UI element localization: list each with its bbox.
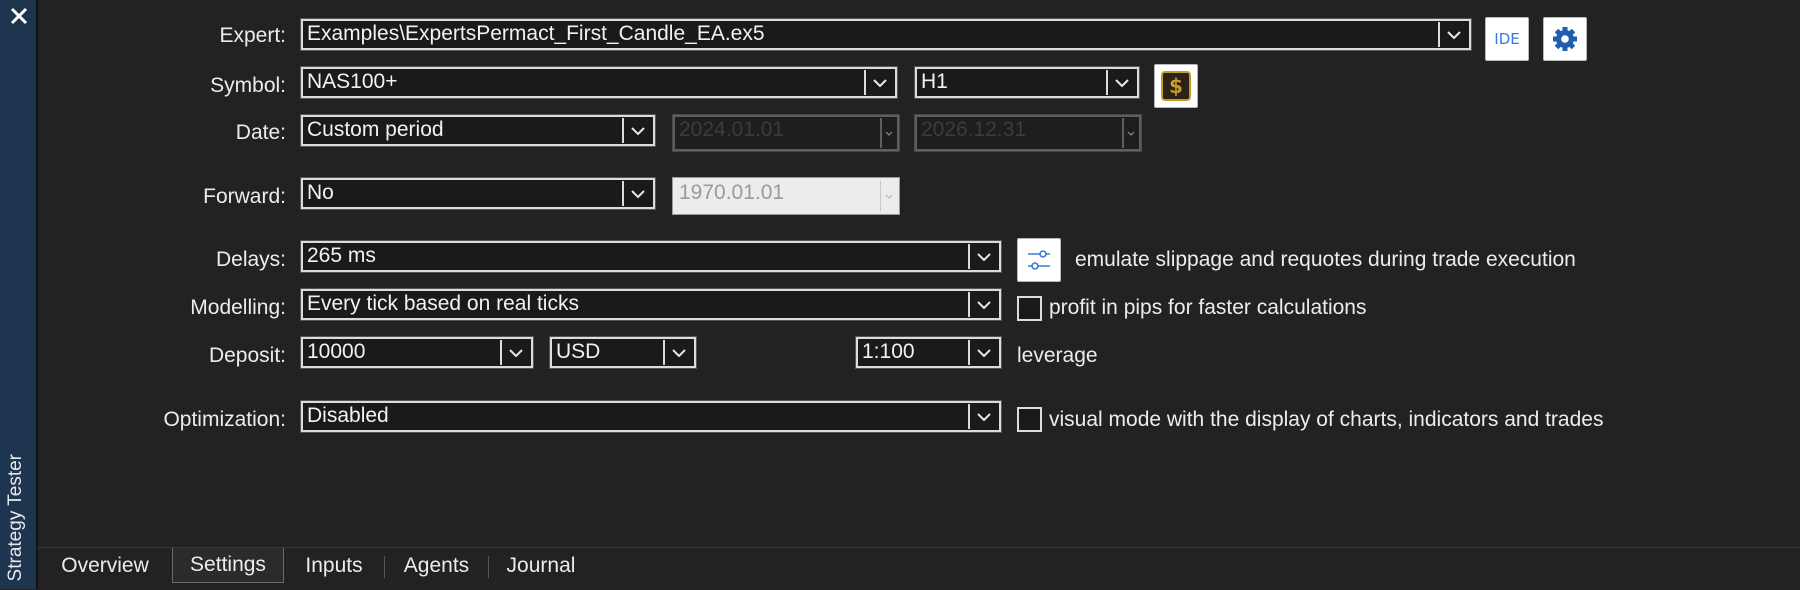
date-from-value: 2024.01.01 <box>679 118 785 141</box>
symbol-properties-button[interactable]: $ <box>1154 64 1198 108</box>
date-label: Date: <box>235 121 286 144</box>
chevron-down-icon[interactable] <box>864 70 894 95</box>
dollar-icon: $ <box>1161 71 1191 101</box>
chevron-down-icon[interactable] <box>1106 70 1136 95</box>
symbol-value: NAS100+ <box>307 70 398 93</box>
chevron-down-icon[interactable] <box>663 340 693 365</box>
tab-inputs[interactable]: Inputs <box>284 548 384 583</box>
optimization-value: Disabled <box>307 404 389 427</box>
expert-value: Examples\ExpertsPermact_First_Candle_EA.… <box>307 22 765 45</box>
modelling-value: Every tick based on real ticks <box>307 292 579 315</box>
delay-settings-button[interactable] <box>1017 238 1061 282</box>
symbol-label: Symbol: <box>210 74 286 97</box>
panel-title: Strategy Tester <box>5 453 26 581</box>
tab-bar: Overview Settings Inputs Agents Journal <box>38 547 1800 590</box>
symbol-select[interactable]: NAS100+ <box>300 66 898 99</box>
date-mode-value: Custom period <box>307 118 444 141</box>
currency-value: USD <box>556 340 601 363</box>
expert-label: Expert: <box>219 24 286 47</box>
deposit-select[interactable]: 10000 <box>300 336 534 369</box>
chevron-down-icon[interactable] <box>968 292 998 317</box>
pips-checkbox[interactable] <box>1017 296 1042 321</box>
timeframe-value: H1 <box>921 70 948 93</box>
chevron-down-icon[interactable] <box>1438 22 1468 47</box>
optimization-select[interactable]: Disabled <box>300 400 1002 433</box>
date-to-value: 2026.12.31 <box>921 118 1027 141</box>
delays-label: Delays: <box>215 248 286 271</box>
forward-select[interactable]: No <box>300 177 656 210</box>
tab-agents[interactable]: Agents <box>385 548 488 583</box>
forward-value: No <box>307 181 334 204</box>
chevron-down-icon <box>880 181 896 211</box>
date-to-picker[interactable]: 2026.12.31 <box>914 114 1142 152</box>
date-mode-select[interactable]: Custom period <box>300 114 656 147</box>
currency-select[interactable]: USD <box>549 336 697 369</box>
forward-date-value: 1970.01.01 <box>679 181 785 204</box>
expert-select[interactable]: Examples\ExpertsPermact_First_Candle_EA.… <box>300 18 1472 51</box>
gear-icon <box>1553 27 1577 51</box>
tab-settings[interactable]: Settings <box>172 548 284 583</box>
modelling-select[interactable]: Every tick based on real ticks <box>300 288 1002 321</box>
timeframe-select[interactable]: H1 <box>914 66 1140 99</box>
leverage-select[interactable]: 1:100 <box>855 336 1002 369</box>
visual-mode-label: visual mode with the display of charts, … <box>1049 408 1604 431</box>
leverage-label: leverage <box>1017 344 1098 367</box>
deposit-label: Deposit: <box>208 344 286 367</box>
chevron-down-icon[interactable] <box>622 118 652 143</box>
delays-select[interactable]: 265 ms <box>300 240 1002 273</box>
leverage-value: 1:100 <box>862 340 915 363</box>
forward-label: Forward: <box>203 185 286 208</box>
close-icon[interactable] <box>3 0 35 32</box>
tab-overview[interactable]: Overview <box>38 548 172 583</box>
chevron-down-icon[interactable] <box>880 118 896 148</box>
settings-button[interactable] <box>1543 17 1587 61</box>
sliders-icon <box>1028 250 1050 270</box>
forward-date-picker: 1970.01.01 <box>672 177 900 215</box>
tab-journal[interactable]: Journal <box>489 548 593 583</box>
visual-mode-checkbox[interactable] <box>1017 407 1042 432</box>
chevron-down-icon[interactable] <box>968 340 998 365</box>
chevron-down-icon[interactable] <box>1122 118 1138 148</box>
chevron-down-icon[interactable] <box>500 340 530 365</box>
slippage-description: emulate slippage and requotes during tra… <box>1075 248 1576 271</box>
date-from-picker[interactable]: 2024.01.01 <box>672 114 900 152</box>
ide-button[interactable]: IDE <box>1485 17 1529 61</box>
modelling-label: Modelling: <box>190 296 286 319</box>
deposit-value: 10000 <box>307 340 366 363</box>
delays-value: 265 ms <box>307 244 376 267</box>
chevron-down-icon[interactable] <box>622 181 652 206</box>
ide-label: IDE <box>1494 30 1520 48</box>
svg-text:$: $ <box>1169 74 1183 98</box>
chevron-down-icon[interactable] <box>968 404 998 429</box>
optimization-label: Optimization: <box>163 408 286 431</box>
tester-sidebar: Strategy Tester <box>0 0 38 589</box>
pips-label: profit in pips for faster calculations <box>1049 296 1367 319</box>
chevron-down-icon[interactable] <box>968 244 998 269</box>
